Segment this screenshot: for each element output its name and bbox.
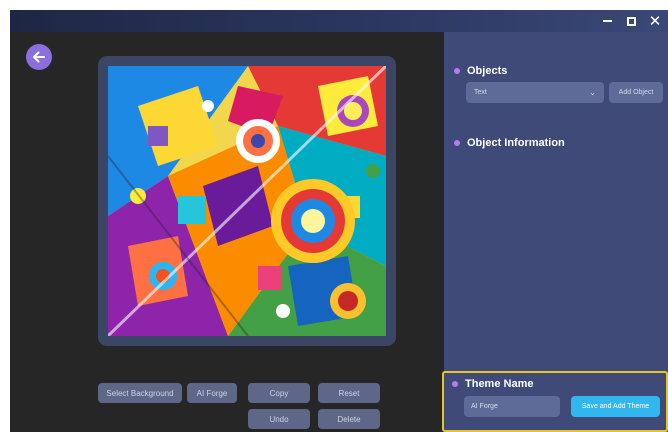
minimize-button[interactable] bbox=[594, 10, 620, 32]
canvas-frame bbox=[98, 56, 396, 346]
objects-title-text: Objects bbox=[467, 65, 508, 77]
objects-section-title: Objects bbox=[454, 65, 507, 77]
delete-button[interactable]: Delete bbox=[318, 409, 380, 429]
theme-name-input[interactable]: AI Forge bbox=[464, 396, 560, 417]
object-type-value: Text bbox=[474, 89, 487, 96]
minimize-icon bbox=[602, 20, 612, 22]
theme-name-title: Theme Name bbox=[452, 378, 533, 390]
add-object-button[interactable]: Add Object bbox=[609, 82, 663, 103]
reset-button[interactable]: Reset bbox=[318, 383, 380, 403]
copy-button[interactable]: Copy bbox=[248, 383, 310, 403]
title-bar: ✕ bbox=[10, 10, 668, 32]
object-information-title: Object Information bbox=[454, 137, 565, 149]
canvas-image[interactable] bbox=[108, 66, 386, 336]
maximize-icon bbox=[626, 16, 636, 26]
editor-area: Select Background AI Forge Copy Reset Un… bbox=[10, 32, 444, 432]
back-button[interactable] bbox=[26, 44, 52, 70]
undo-button[interactable]: Undo bbox=[248, 409, 310, 429]
object-info-title-text: Object Information bbox=[467, 137, 565, 149]
maximize-button[interactable] bbox=[618, 10, 644, 32]
theme-title-text: Theme Name bbox=[465, 378, 534, 390]
close-button[interactable]: ✕ bbox=[642, 10, 668, 32]
save-and-add-theme-button[interactable]: Save and Add Theme bbox=[571, 396, 660, 417]
select-background-button[interactable]: Select Background bbox=[98, 383, 182, 403]
object-type-select[interactable]: Text ⌄ bbox=[466, 82, 604, 103]
ai-forge-button[interactable]: AI Forge bbox=[187, 383, 237, 403]
arrow-left-icon bbox=[33, 51, 45, 63]
object-info-bullet-icon bbox=[454, 140, 460, 146]
objects-bullet-icon bbox=[454, 68, 460, 74]
app-window: ✕ Select Background AI Forge Copy Reset … bbox=[10, 10, 668, 432]
theme-name-panel: Theme Name AI Forge Save and Add Theme bbox=[442, 371, 668, 432]
close-icon: ✕ bbox=[648, 11, 662, 30]
theme-bullet-icon bbox=[452, 381, 458, 387]
chevron-down-icon: ⌄ bbox=[589, 88, 596, 97]
